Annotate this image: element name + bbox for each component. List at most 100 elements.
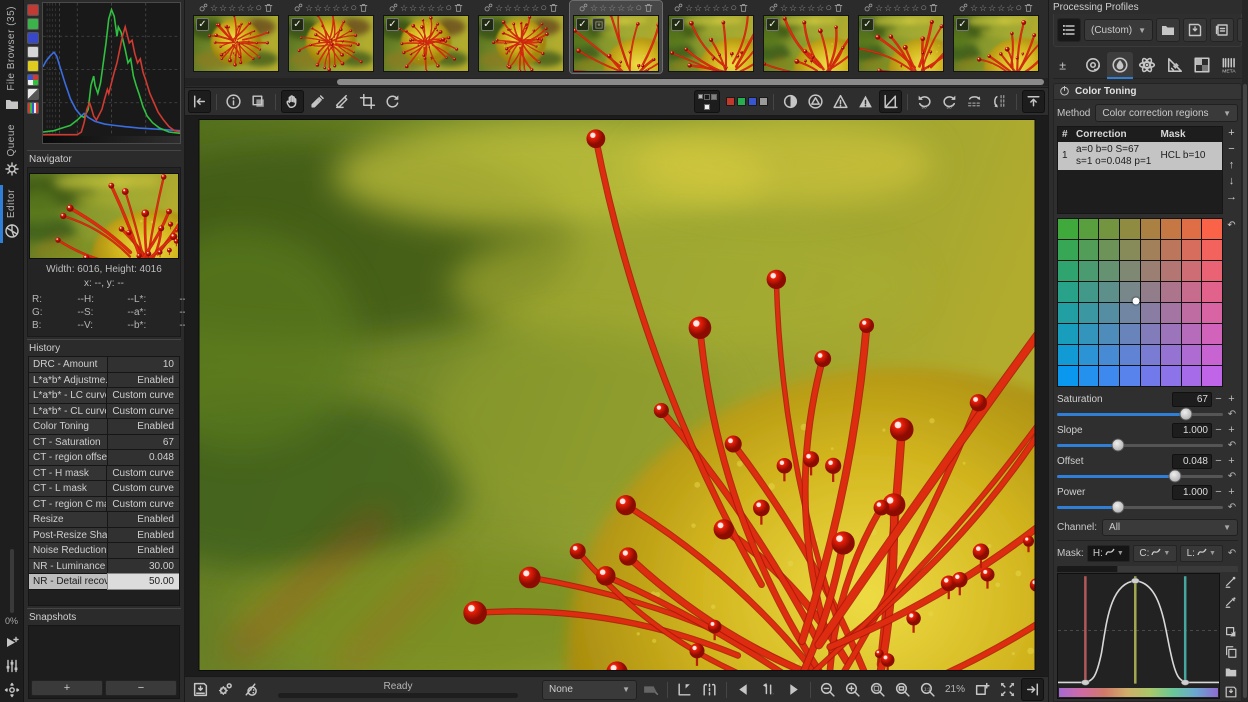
color-grid-cell[interactable] (1058, 324, 1078, 344)
hide-right-panel-button[interactable] (1021, 678, 1044, 701)
next-image-button[interactable] (782, 678, 805, 701)
add-region-button[interactable]: + (1225, 126, 1238, 139)
color-grid-cell[interactable] (1078, 303, 1099, 323)
filmstrip-thumbnail[interactable]: ☆☆☆☆☆○✓ (950, 1, 1042, 73)
history-row[interactable]: CT - L mask Custom curve (29, 481, 179, 497)
thumbnail-image[interactable]: ✓ (288, 15, 374, 72)
color-grid-cell[interactable] (1099, 345, 1119, 365)
trash-icon[interactable] (453, 2, 464, 16)
blue-channel-toggle[interactable] (27, 32, 39, 44)
color-grid-cell[interactable] (1119, 303, 1140, 323)
profile-gear-icon[interactable] (388, 2, 399, 16)
navigation-sync-icon[interactable] (2, 680, 22, 700)
slope-slider[interactable] (1057, 438, 1223, 452)
filmstrip-thumbnail[interactable]: ☆☆☆☆☆○✓ (380, 1, 472, 73)
fast-export-icon[interactable] (2, 632, 22, 652)
rating-star-icon[interactable]: ☆ (979, 3, 987, 14)
rating-star-icon[interactable]: ☆ (400, 3, 408, 14)
rating-star-icon[interactable]: ☆ (807, 3, 815, 14)
rating-star-icon[interactable]: ☆ (789, 3, 797, 14)
color-grid-cell[interactable] (1161, 303, 1181, 323)
color-grid-cell[interactable] (1078, 261, 1099, 281)
color-grid-cell[interactable] (1181, 282, 1202, 302)
hue-mask-curve-editor[interactable] (1057, 573, 1220, 699)
luminosity-toggle[interactable] (27, 46, 39, 58)
trash-icon[interactable] (833, 2, 844, 16)
color-grid-cell[interactable] (1140, 219, 1161, 239)
saturation-slider-knob[interactable] (1179, 407, 1193, 421)
filmstrip-thumbnail[interactable]: ☆☆☆☆☆○✓ (855, 1, 947, 73)
rating-star-icon[interactable]: ☆ (988, 3, 996, 14)
rating-star-icon[interactable]: ☆ (341, 3, 349, 14)
mask-h-curve-button[interactable]: H: ▼ (1086, 545, 1131, 562)
offset-increment-button[interactable]: + (1225, 455, 1238, 468)
rating-star-icon[interactable]: ☆ (893, 3, 901, 14)
edit-point-mode-icon[interactable] (1224, 575, 1238, 589)
metadata-tab[interactable]: META (1216, 52, 1242, 78)
history-row[interactable]: Post-Resize Sharp...Enabled (29, 527, 179, 543)
history-row[interactable]: L*a*b* Adjustme... Enabled (29, 372, 179, 388)
move-region-up-button[interactable]: ↑ (1225, 158, 1238, 171)
history-row[interactable]: L*a*b* - CL curve Custom curve (29, 403, 179, 419)
rating-star-icon[interactable]: ☆ (504, 3, 512, 14)
history-row[interactable]: CT - region C maskCustom curve (29, 496, 179, 512)
bar-mode-toggle[interactable] (27, 102, 39, 114)
hide-top-panel-button[interactable] (1022, 90, 1045, 113)
history-row[interactable]: CT - Saturation 67 (29, 434, 179, 450)
rating-star-icon[interactable]: ☆ (531, 3, 539, 14)
saturation-value[interactable]: 67 (1172, 392, 1212, 407)
color-grid-cell[interactable] (1078, 324, 1099, 344)
color-grid-cell[interactable] (1140, 303, 1161, 323)
rating-star-icon[interactable]: ☆ (495, 3, 503, 14)
paste-profile-button[interactable] (1210, 18, 1235, 42)
green-channel-toggle[interactable] (27, 18, 39, 30)
thumbnail-image[interactable]: ✓ (763, 15, 849, 72)
offset-slider[interactable] (1057, 469, 1223, 483)
rating-star-icon[interactable]: ☆ (237, 3, 245, 14)
rating-star-icon[interactable]: ☆ (210, 3, 218, 14)
image-info-button[interactable] (222, 90, 245, 113)
filmstrip-scrollbar-thumb[interactable] (337, 79, 1044, 85)
color-grid-cell[interactable] (1099, 240, 1119, 260)
color-grid-cell[interactable] (1161, 240, 1181, 260)
zoom-out-button[interactable] (816, 678, 839, 701)
power-slider[interactable] (1057, 500, 1223, 514)
curve-type-selector[interactable] (1057, 566, 1238, 572)
detach-detail-window-button[interactable] (971, 678, 994, 701)
channel-dropdown[interactable]: All ▼ (1102, 519, 1238, 536)
rating-star-icon[interactable]: ☆ (323, 3, 331, 14)
profile-gear-icon[interactable] (578, 2, 589, 16)
rating-star-icon[interactable]: ☆ (703, 3, 711, 14)
rating-star-icon[interactable]: ☆ (599, 3, 607, 14)
before-after-split-button[interactable] (698, 678, 721, 701)
raw-toggle[interactable] (27, 88, 39, 100)
history-row[interactable]: Resize Enabled (29, 512, 179, 528)
tab-queue[interactable]: Queue (0, 118, 24, 184)
flip-horizontal-button[interactable] (963, 90, 986, 113)
color-toning-header[interactable]: Color Toning (1053, 83, 1242, 100)
rating-star-icon[interactable]: ☆ (1006, 3, 1014, 14)
rating-star-icon[interactable]: ☆ (409, 3, 417, 14)
history-row[interactable]: DRC - Amount 10 (29, 357, 179, 373)
filmstrip-thumbnail[interactable]: ☆☆☆☆☆○✓ (665, 1, 757, 73)
color-grid-cell[interactable] (1161, 219, 1181, 239)
history-row[interactable]: NR - Luminance 30.00 (29, 558, 179, 574)
color-grid-cell[interactable] (1181, 219, 1202, 239)
color-grid-cell[interactable] (1181, 324, 1202, 344)
crop-tool-button[interactable] (356, 90, 379, 113)
color-grid-cell[interactable] (1140, 240, 1161, 260)
add-snapshot-button[interactable]: + (31, 680, 103, 696)
rating-star-icon[interactable]: ☆ (219, 3, 227, 14)
thumbnail-image[interactable]: ✓ (668, 15, 754, 72)
zoom-in-button[interactable] (841, 678, 864, 701)
color-grid-cell[interactable] (1181, 303, 1202, 323)
rating-star-icon[interactable]: ☆ (418, 3, 426, 14)
rating-star-icon[interactable]: ☆ (970, 3, 978, 14)
preview-image[interactable] (198, 119, 1035, 671)
color-grid-cell[interactable] (1099, 366, 1119, 386)
thumbnail-image[interactable]: ✓ (478, 15, 564, 72)
color-grid-cell[interactable] (1181, 261, 1202, 281)
color-grid-cell[interactable] (1161, 261, 1181, 281)
red-preview-chip[interactable] (726, 97, 735, 106)
profile-gear-icon[interactable] (673, 2, 684, 16)
